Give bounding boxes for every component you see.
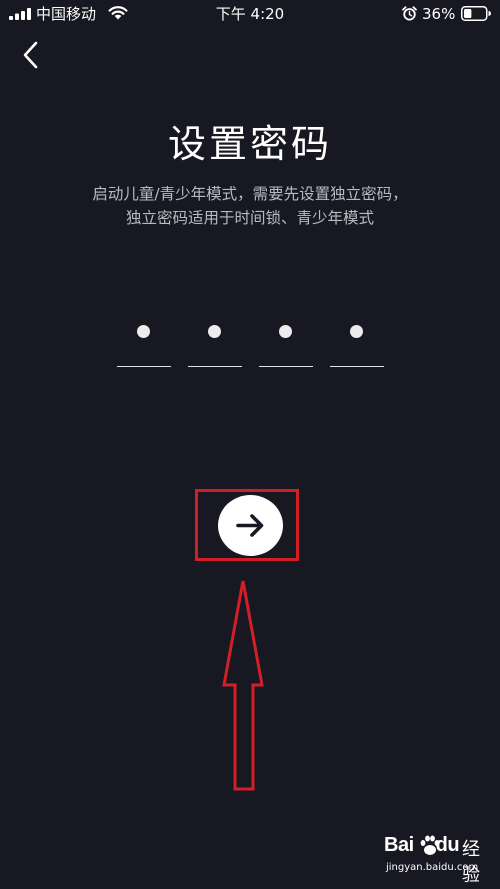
pin-dot <box>279 325 292 338</box>
pin-dot <box>208 325 221 338</box>
description-line: 独立密码适用于时间锁、青少年模式 <box>125 209 374 227</box>
page-title: 设置密码 <box>167 122 332 166</box>
paw-icon <box>420 835 440 855</box>
battery-percentage: 36% <box>422 5 456 23</box>
annotation-up-arrow-icon <box>222 580 264 791</box>
pin-dot <box>350 325 363 338</box>
page-description: 启动儿童/青少年模式，需要先设置独立密码， 独立密码适用于时间锁、青少年模式 <box>0 182 500 230</box>
pin-slot[interactable] <box>188 318 242 370</box>
watermark-product: 经验 <box>462 839 480 886</box>
status-bar: 中国移动 下午 4:20 36% <box>0 0 500 28</box>
pin-underline <box>188 366 242 367</box>
back-button[interactable] <box>14 38 48 72</box>
pin-dot <box>137 325 150 338</box>
baidu-jingyan-watermark: Bai du 经验 jingyan.baidu.com <box>384 834 494 886</box>
pin-slot[interactable] <box>259 318 313 370</box>
battery-icon <box>461 6 491 21</box>
pin-underline <box>330 366 384 367</box>
watermark-url: jingyan.baidu.com <box>386 862 479 873</box>
pin-underline <box>259 366 313 367</box>
arrow-right-icon <box>236 514 264 537</box>
description-line: 启动儿童/青少年模式，需要先设置独立密码， <box>92 185 408 203</box>
alarm-icon <box>402 6 417 21</box>
next-button[interactable] <box>218 495 283 556</box>
pin-slot[interactable] <box>117 318 171 370</box>
pin-slot[interactable] <box>330 318 384 370</box>
pin-underline <box>117 366 171 367</box>
chevron-left-icon <box>23 41 38 69</box>
